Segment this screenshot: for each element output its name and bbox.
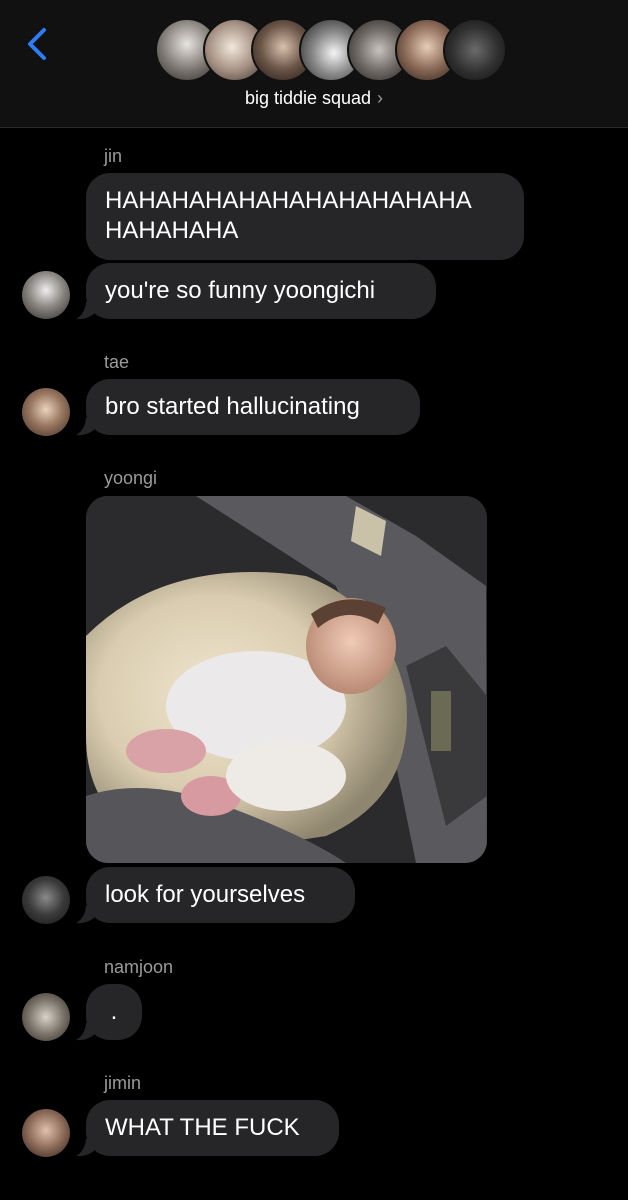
bubble-tail <box>76 302 94 320</box>
message-bubble[interactable]: WHAT THE FUCK <box>86 1100 339 1156</box>
bubble-tail <box>76 906 94 924</box>
message-bubble[interactable]: HAHAHAHAHAHAHAHAHAHAHA HAHAHAHA <box>86 173 524 260</box>
avatar[interactable] <box>22 1109 70 1157</box>
message-bubble[interactable]: look for yourselves <box>86 867 355 923</box>
avatar[interactable] <box>22 271 70 319</box>
sender-name: tae <box>104 352 130 372</box>
message-bubble[interactable]: . <box>86 984 142 1040</box>
avatar[interactable] <box>22 876 70 924</box>
chat-header: big tiddie squad › <box>0 0 628 128</box>
baby-photo-illustration <box>86 496 487 863</box>
sender-name: jin <box>104 146 123 166</box>
message-bubble[interactable]: bro started hallucinating <box>86 379 420 435</box>
sender-name: namjoon <box>104 957 174 977</box>
bubble-tail <box>76 1139 94 1157</box>
sender-name: yoongi <box>104 468 158 488</box>
chevron-left-icon[interactable] <box>22 26 52 62</box>
avatar[interactable] <box>22 388 70 436</box>
chevron-right-icon: › <box>377 88 384 108</box>
bubble-tail <box>76 1023 94 1041</box>
group-name[interactable]: big tiddie squad › <box>0 88 628 109</box>
shared-photo[interactable] <box>86 496 487 863</box>
group-avatars[interactable] <box>155 18 507 82</box>
group-name-label: big tiddie squad <box>244 88 372 108</box>
message-bubble[interactable]: you're so funny yoongichi <box>86 263 436 319</box>
group-avatar <box>443 18 507 82</box>
avatar[interactable] <box>22 993 70 1041</box>
sender-name: jimin <box>104 1073 142 1093</box>
bubble-tail <box>76 418 94 436</box>
